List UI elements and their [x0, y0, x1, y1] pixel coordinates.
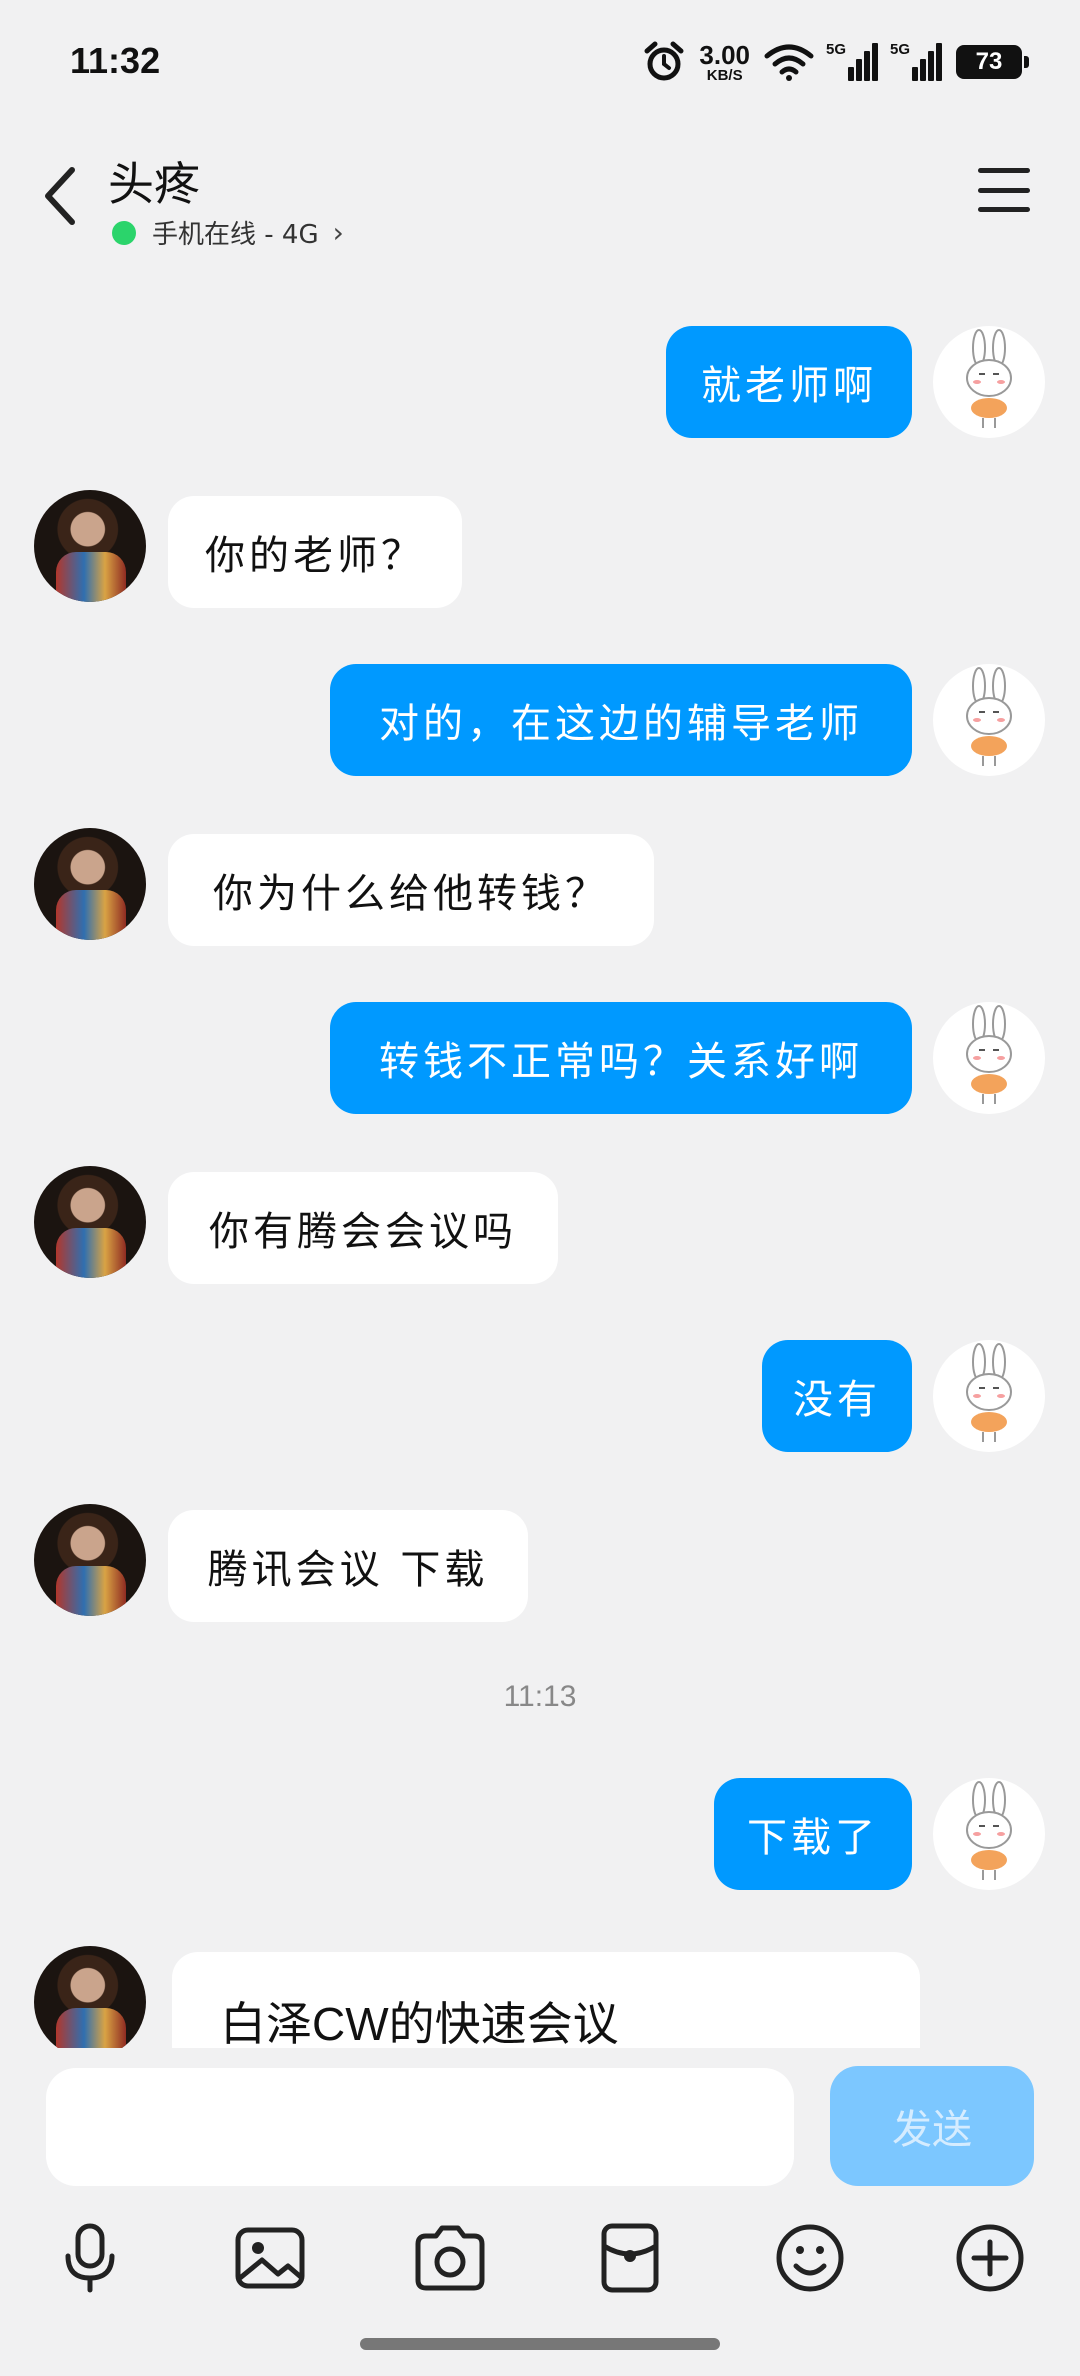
- online-dot: [112, 220, 136, 245]
- rabbit-avatar-icon: [966, 1005, 1012, 1104]
- contact-avatar[interactable]: [34, 828, 146, 940]
- home-indicator[interactable]: [360, 2338, 720, 2350]
- message-bubble-outgoing[interactable]: 没有: [762, 1340, 912, 1452]
- rabbit-avatar-icon: [966, 667, 1012, 766]
- my-avatar[interactable]: [933, 1002, 1045, 1114]
- status-icons: 3.00 KB/S 5G 5G 73: [643, 36, 1029, 88]
- input-toolbar: [0, 2218, 1080, 2318]
- rabbit-avatar-icon: [966, 1781, 1012, 1880]
- red-packet-icon[interactable]: [590, 2218, 670, 2298]
- online-status[interactable]: 手机在线 - 4G ›: [112, 214, 344, 251]
- my-avatar[interactable]: [933, 1778, 1045, 1890]
- online-status-text: 手机在线 - 4G: [152, 220, 319, 250]
- camera-icon[interactable]: [410, 2218, 490, 2298]
- message-input[interactable]: [46, 2068, 794, 2186]
- meeting-title: 白泽CW的快速会议: [220, 1998, 619, 2048]
- input-area: 发送: [0, 2048, 1080, 2376]
- rabbit-avatar-icon: [966, 1343, 1012, 1442]
- contact-avatar[interactable]: [34, 1166, 146, 1278]
- status-bar: 11:32 3.00 KB/S 5G 5G 73: [0, 0, 1080, 120]
- network-speed-unit: KB/S: [706, 66, 743, 84]
- message-bubble-incoming[interactable]: 你为什么给他转钱？: [168, 834, 654, 946]
- network-speed-value: 3.00: [699, 39, 750, 70]
- emoji-icon[interactable]: [770, 2218, 850, 2298]
- my-avatar[interactable]: [933, 326, 1045, 438]
- meeting-invite-card[interactable]: 白泽CW的快速会议: [172, 1952, 920, 2048]
- message-bubble-incoming[interactable]: 腾讯会议 下载: [168, 1510, 528, 1622]
- message-timestamp: 11:13: [503, 1680, 577, 1713]
- my-avatar[interactable]: [933, 1340, 1045, 1452]
- image-icon[interactable]: [230, 2218, 310, 2298]
- microphone-icon[interactable]: [50, 2218, 130, 2298]
- message-bubble-outgoing[interactable]: 对的，在这边的辅导老师: [330, 664, 912, 776]
- send-button[interactable]: 发送: [830, 2066, 1034, 2186]
- message-bubble-outgoing[interactable]: 下载了: [714, 1778, 912, 1890]
- my-avatar[interactable]: [933, 664, 1045, 776]
- contact-name[interactable]: 头疼: [108, 148, 200, 214]
- message-bubble-incoming[interactable]: 你有腾会会议吗: [168, 1172, 558, 1284]
- message-bubble-incoming[interactable]: 你的老师？: [168, 496, 462, 608]
- signal-1-label: 5G: [826, 41, 847, 58]
- contact-avatar[interactable]: [34, 1504, 146, 1616]
- battery-indicator: 73: [956, 45, 1029, 79]
- signal-2-label: 5G: [890, 41, 911, 58]
- network-speed: 3.00 KB/S: [699, 42, 750, 83]
- signal-icon-2: 5G: [890, 41, 942, 81]
- message-bubble-outgoing[interactable]: 就老师啊: [666, 326, 912, 438]
- back-arrow-icon[interactable]: [36, 156, 86, 236]
- chat-header: 头疼 手机在线 - 4G ›: [0, 130, 1080, 260]
- chevron-right-icon: ›: [332, 216, 344, 249]
- battery-level: 73: [975, 48, 1003, 75]
- contact-avatar[interactable]: [34, 490, 146, 602]
- menu-icon[interactable]: [978, 168, 1030, 212]
- plus-icon[interactable]: [950, 2218, 1030, 2298]
- signal-icon-1: 5G: [826, 41, 878, 81]
- rabbit-avatar-icon: [966, 329, 1012, 428]
- status-time: 11:32: [70, 40, 161, 81]
- wifi-icon: [764, 44, 814, 81]
- alarm-icon: [644, 41, 684, 81]
- contact-avatar[interactable]: [34, 1946, 146, 2048]
- message-bubble-outgoing[interactable]: 转钱不正常吗？关系好啊: [330, 1002, 912, 1114]
- message-row: 白泽CW的快速会议: [0, 1946, 1080, 2048]
